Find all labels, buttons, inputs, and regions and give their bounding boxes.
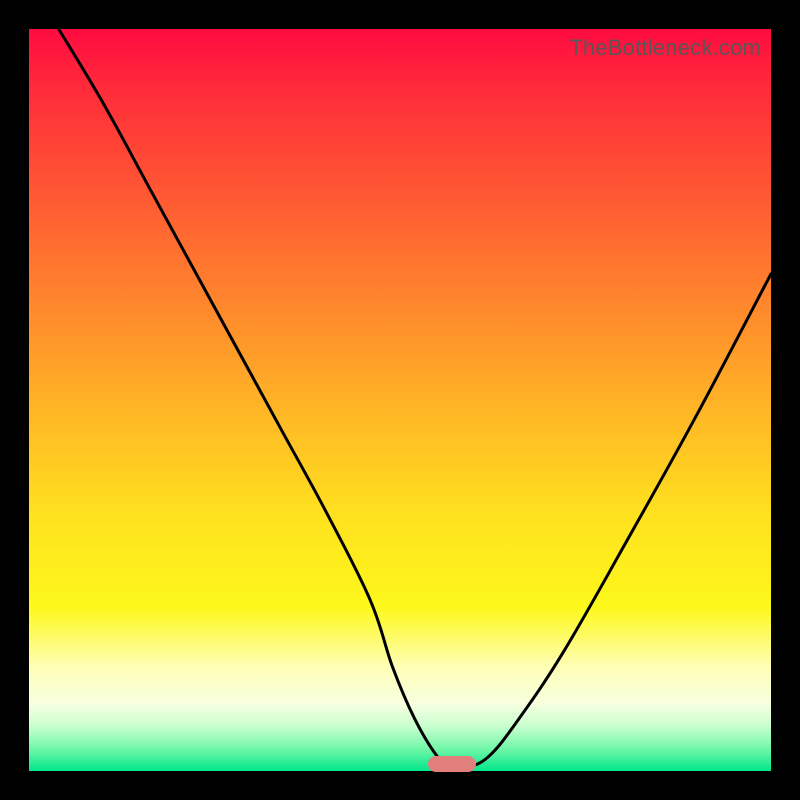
outer-frame: TheBottleneck.com [0, 0, 800, 800]
plot-area: TheBottleneck.com [29, 29, 771, 771]
bottleneck-curve [29, 29, 771, 771]
optimal-marker [428, 756, 476, 772]
curve-path [59, 29, 771, 769]
